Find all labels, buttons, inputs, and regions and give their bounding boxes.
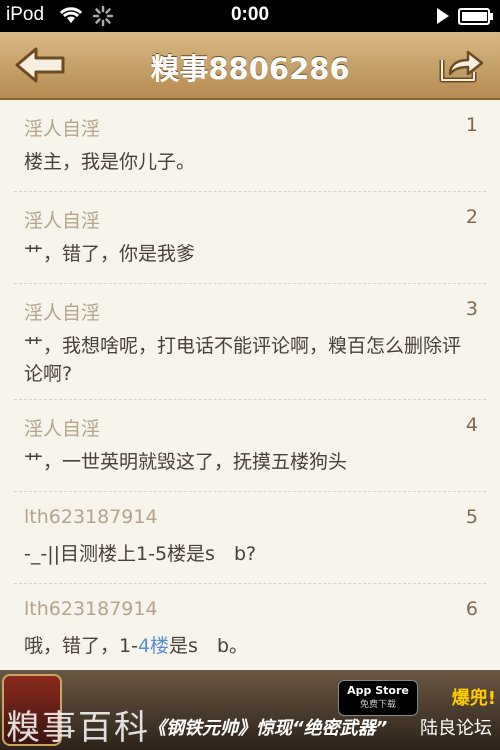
play-icon bbox=[436, 7, 450, 29]
clock: 0:00 bbox=[230, 4, 270, 25]
comment-item[interactable]: lth623187914 5 -_-||目测楼上1-5楼是s b? bbox=[14, 492, 486, 584]
floor-number: 3 bbox=[465, 298, 478, 320]
comment-text: -_-||目测楼上1-5楼是s b? bbox=[24, 543, 257, 565]
share-icon bbox=[439, 50, 484, 83]
appstore-button[interactable]: App Store 免费下载 bbox=[338, 680, 418, 716]
comment-item[interactable]: 淫人自淫 3 艹，我想啥呢，打电话不能评论啊，糗百怎么删除评论啊? bbox=[14, 284, 486, 400]
comment-item[interactable]: lth623187914 6 哦，错了，1-4楼是s b。 bbox=[14, 584, 486, 670]
comment-text: 艹，错了，你是我爹 bbox=[24, 243, 196, 265]
battery-icon bbox=[458, 8, 494, 29]
floor-number: 6 bbox=[465, 598, 478, 620]
comment-text: 哦，错了，1-4楼是s b。 bbox=[24, 632, 476, 660]
comment-item[interactable]: 淫人自淫 4 艹，一世英明就毁这了，抚摸五楼狗头 bbox=[14, 400, 486, 492]
share-button[interactable] bbox=[438, 46, 486, 84]
comment-username[interactable]: lth623187914 bbox=[24, 506, 158, 528]
comment-list[interactable]: 淫人自淫 1 楼主，我是你儿子。 淫人自淫 2 艹，错了，你是我爹 淫人自淫 3… bbox=[0, 100, 500, 670]
floor-link[interactable]: 4楼 bbox=[138, 635, 169, 657]
ad-copy: 《钢铁元帅》惊现“绝密武器” bbox=[148, 718, 388, 739]
floor-number: 5 bbox=[465, 506, 478, 528]
watermark-text: 糗事百科 bbox=[6, 708, 150, 748]
floor-number: 2 bbox=[465, 206, 478, 228]
comment-item[interactable]: 淫人自淫 2 艹，错了，你是我爹 bbox=[14, 192, 486, 284]
ad-pop-text: 爆兜! bbox=[451, 688, 496, 709]
ad-banner[interactable]: 糗事百科 App Store 免费下载 爆兜! 《钢铁元帅》惊现“绝密武器” 陆… bbox=[0, 670, 500, 750]
comment-text: 艹，一世英明就毁这了，抚摸五楼狗头 bbox=[24, 451, 348, 473]
comment-text-part: 是s b。 bbox=[169, 635, 249, 657]
comment-username[interactable]: 淫人自淫 bbox=[24, 298, 100, 325]
status-bar: iPod 0:00 bbox=[0, 0, 500, 32]
nav-bar: 糗事8806286 bbox=[0, 32, 500, 100]
page-title: 糗事8806286 bbox=[150, 52, 350, 86]
floor-number: 4 bbox=[465, 414, 478, 436]
comment-text-part: 哦，错了，1- bbox=[24, 635, 138, 657]
comment-text: 楼主，我是你儿子。 bbox=[24, 151, 196, 173]
comment-item[interactable]: 淫人自淫 1 楼主，我是你儿子。 bbox=[14, 100, 486, 192]
comment-username[interactable]: 淫人自淫 bbox=[24, 114, 100, 141]
comment-username[interactable]: lth623187914 bbox=[24, 598, 158, 620]
comment-username[interactable]: 淫人自淫 bbox=[24, 206, 100, 233]
comment-text: 艹，我想啥呢，打电话不能评论啊，糗百怎么删除评论啊? bbox=[24, 335, 462, 385]
appstore-sub-label: 免费下载 bbox=[359, 700, 396, 710]
floor-number: 1 bbox=[465, 114, 478, 136]
comment-username[interactable]: 淫人自淫 bbox=[24, 414, 100, 441]
appstore-label: App Store bbox=[347, 684, 409, 697]
forum-watermark: 陆良论坛 bbox=[420, 718, 492, 739]
